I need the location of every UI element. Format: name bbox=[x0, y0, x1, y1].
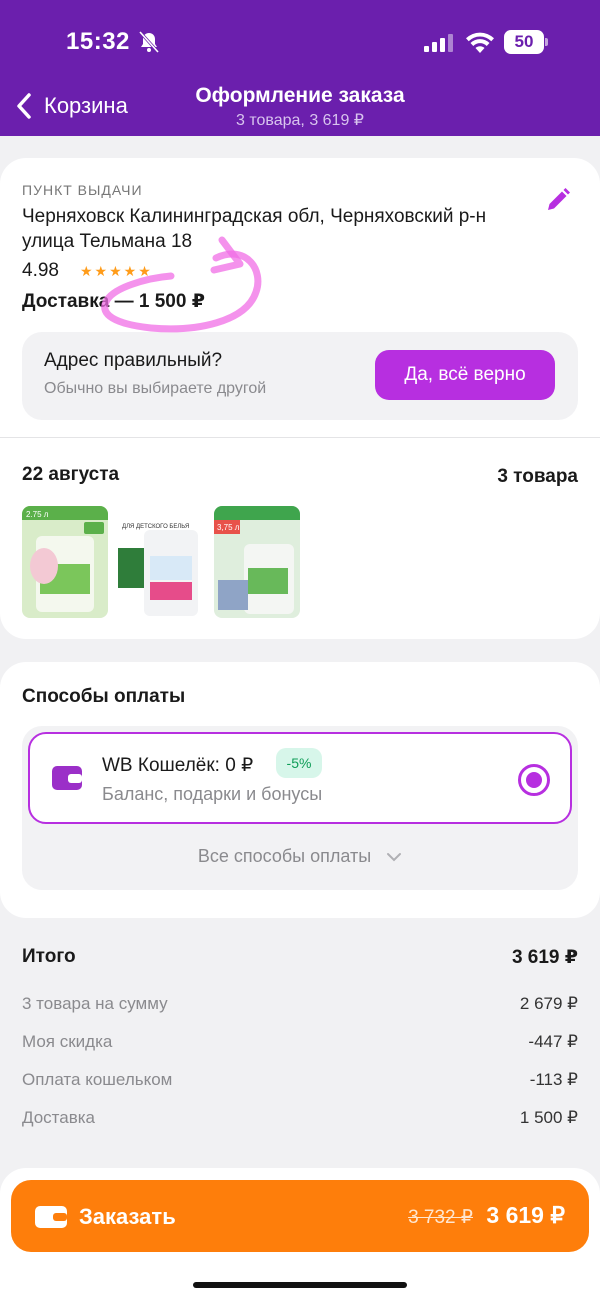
summary-row: Моя скидка -447 ₽ bbox=[22, 1024, 578, 1062]
payment-option-desc: Баланс, подарки и бонусы bbox=[102, 784, 323, 804]
product-tag: ДЛЯ ДЕТСКОГО БЕЛЬЯ bbox=[122, 524, 189, 530]
laundry-bottle-icon: 3,75 л bbox=[214, 506, 300, 618]
summary-row-value: 1 500 ₽ bbox=[519, 1108, 578, 1127]
battery-level: 50 bbox=[504, 30, 544, 54]
confirm-hint: Обычно вы выбираете другой bbox=[44, 380, 267, 397]
all-payment-methods-link[interactable]: Все способы оплаты bbox=[22, 846, 578, 867]
total-value: 3 619 ₽ bbox=[511, 947, 578, 968]
summary-row: Доставка 1 500 ₽ bbox=[22, 1100, 578, 1138]
status-bar: 15:32 50 bbox=[0, 22, 600, 62]
confirm-address-button[interactable]: Да, всё верно bbox=[375, 350, 555, 400]
battery-indicator: 50 bbox=[504, 30, 548, 54]
signal-icon bbox=[424, 34, 453, 52]
product-thumb-baby-laundry[interactable]: ДЛЯ ДЕТСКОГО БЕЛЬЯ bbox=[118, 506, 204, 618]
delivery-date: 22 августа bbox=[22, 464, 120, 485]
summary-total-row: Итого 3 619 ₽ bbox=[22, 936, 578, 986]
softener-bottle-icon: 2.75 л bbox=[22, 506, 108, 618]
home-indicator bbox=[193, 1282, 407, 1288]
chevron-left-icon bbox=[17, 93, 31, 119]
place-order-label: Заказать bbox=[79, 1204, 176, 1229]
pickup-card: ПУНКТ ВЫДАЧИ Черняховск Калининградская … bbox=[0, 158, 600, 438]
order-price: 3 619 ₽ bbox=[486, 1202, 565, 1228]
product-thumb-laundry-2in1[interactable]: 3,75 л bbox=[214, 506, 300, 618]
app-header: 15:32 50 Корзина Оформление заказа 3 тов… bbox=[0, 0, 600, 136]
total-label: Итого bbox=[22, 946, 76, 967]
old-price: 3 732 ₽ bbox=[408, 1207, 473, 1228]
place-order-button[interactable]: Заказать 3 732 ₽ 3 619 ₽ bbox=[11, 1180, 589, 1252]
status-time: 15:32 bbox=[66, 28, 130, 55]
summary-row-value: -447 ₽ bbox=[528, 1032, 578, 1051]
back-button[interactable]: Корзина bbox=[14, 88, 154, 124]
summary-row-label: Моя скидка bbox=[22, 1032, 113, 1051]
payment-title: Способы оплаты bbox=[22, 686, 186, 707]
discount-badge: -5% bbox=[276, 748, 322, 778]
chevron-down-icon bbox=[387, 853, 402, 862]
summary-row-value: -113 ₽ bbox=[529, 1070, 578, 1089]
product-thumbnails: 2.75 л ДЛЯ ДЕТСКОГО БЕЛЬЯ 3,75 л bbox=[22, 506, 300, 618]
all-payment-methods-label: Все способы оплаты bbox=[197, 846, 372, 866]
payment-radio-selected[interactable] bbox=[518, 764, 550, 796]
pickup-section-label: ПУНКТ ВЫДАЧИ bbox=[22, 182, 143, 198]
edit-pencil-icon[interactable] bbox=[544, 186, 572, 214]
bell-slash-icon bbox=[138, 30, 160, 54]
product-thumb-softener[interactable]: 2.75 л bbox=[22, 506, 108, 618]
wifi-icon bbox=[466, 32, 494, 53]
payment-card: Способы оплаты Все способы оплаты WB Кош… bbox=[0, 662, 600, 918]
payment-option-wallet[interactable]: WB Кошелёк: 0 ₽ -5% Баланс, подарки и бо… bbox=[28, 732, 572, 824]
product-tag: 3,75 л bbox=[217, 523, 240, 532]
summary-row: 3 товара на сумму 2 679 ₽ bbox=[22, 986, 578, 1024]
order-summary: Итого 3 619 ₽ 3 товара на сумму 2 679 ₽ … bbox=[22, 936, 578, 1138]
bottom-bar: Заказать 3 732 ₽ 3 619 ₽ bbox=[0, 1168, 600, 1300]
summary-row-label: Доставка bbox=[22, 1108, 96, 1127]
page-title: Оформление заказа bbox=[195, 84, 405, 107]
pickup-rating: 4.98 bbox=[22, 260, 59, 281]
summary-row-label: 3 товара на сумму bbox=[22, 994, 168, 1013]
wallet-icon bbox=[52, 766, 82, 790]
items-count: 3 товара bbox=[497, 466, 578, 487]
pink-marker-annotation bbox=[101, 236, 262, 333]
back-label: Корзина bbox=[44, 93, 128, 118]
shipment-card: 22 августа 3 товара 2.75 л ДЛЯ ДЕТСКОГО … bbox=[0, 437, 600, 639]
baby-laundry-bottle-icon: ДЛЯ ДЕТСКОГО БЕЛЬЯ bbox=[118, 506, 204, 618]
summary-row: Оплата кошельком -113 ₽ bbox=[22, 1062, 578, 1100]
wallet-icon bbox=[35, 1206, 67, 1228]
summary-row-value: 2 679 ₽ bbox=[519, 994, 578, 1013]
product-tag: 2.75 л bbox=[26, 510, 49, 519]
payment-option-name: WB Кошелёк: 0 ₽ bbox=[102, 755, 254, 776]
confirm-question: Адрес правильный? bbox=[44, 350, 223, 371]
page-subtitle: 3 товара, 3 619 ₽ bbox=[236, 112, 364, 129]
summary-row-label: Оплата кошельком bbox=[22, 1070, 173, 1089]
